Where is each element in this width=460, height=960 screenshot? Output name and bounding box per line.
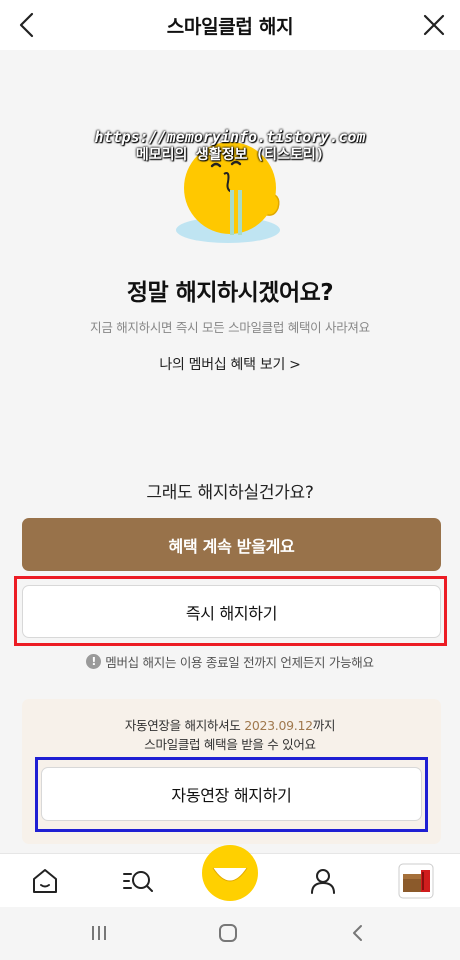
auto-renew-date: 2023.09.12: [244, 718, 313, 733]
cancel-auto-renew-button[interactable]: 자동연장 해지하기: [41, 767, 422, 821]
recents-button[interactable]: [87, 921, 111, 945]
close-icon: [423, 14, 445, 36]
watermark-blog-name: 메모리의 생활정보 (티스토리): [135, 147, 325, 163]
gift-box-icon: [398, 863, 434, 899]
system-home-button[interactable]: [216, 921, 240, 945]
cancel-now-button[interactable]: 즉시 해지하기: [22, 585, 441, 638]
auto-renew-text-after: 까지: [312, 718, 336, 733]
auto-renew-text: 자동연장을 해지하셔도 2023.09.12까지 스마일클럽 혜택을 받을 수 …: [0, 716, 460, 754]
membership-note: ! 멤버십 해지는 이용 종료일 전까지 언제든지 가능해요: [0, 652, 460, 671]
system-back-button[interactable]: [346, 921, 370, 945]
page-title: 스마일클럽 해지: [166, 15, 294, 38]
back-icon: [353, 925, 362, 941]
back-button[interactable]: [12, 9, 44, 41]
bottom-tab-bar: [0, 845, 460, 908]
tab-smile[interactable]: [199, 842, 261, 904]
cancel-question-heading: 정말 해지하시겠어요?: [126, 280, 334, 306]
tab-home[interactable]: [22, 854, 68, 908]
auto-renew-line1: 자동연장을 해지하셔도 2023.09.12까지: [0, 716, 460, 735]
confirm-question: 그래도 해지하실건가요?: [146, 483, 314, 503]
chevron-left-icon: [19, 12, 34, 38]
list-search-icon: [123, 871, 153, 892]
header: 스마일클럽 해지: [0, 0, 460, 50]
auto-renew-line2: 스마일클럽 혜택을 받을 수 있어요: [144, 737, 316, 752]
tab-recent-item[interactable]: [395, 854, 437, 908]
home-icon: [33, 869, 57, 893]
watermark-url: https://memoryinfo.tistory.com: [94, 128, 366, 146]
keep-benefits-button[interactable]: 혜택 계속 받을게요: [22, 518, 441, 571]
close-button[interactable]: [418, 9, 450, 41]
watermark: https://memoryinfo.tistory.com 메모리의 생활정보…: [0, 128, 460, 164]
info-icon: !: [86, 654, 102, 669]
recents-icon: [92, 926, 106, 940]
tab-my-page[interactable]: [300, 854, 346, 908]
auto-renew-text-before: 자동연장을 해지하셔도: [124, 718, 245, 733]
profile-icon: [311, 869, 335, 894]
home-icon: [219, 924, 237, 942]
view-benefits-link[interactable]: 나의 멤버십 혜택 보기 >: [0, 354, 460, 374]
cancel-warning-text: 지금 해지하시면 즉시 모든 스마일클럽 혜택이 사라져요: [90, 320, 370, 335]
membership-note-text: 멤버십 해지는 이용 종료일 전까지 언제든지 가능해요: [105, 655, 374, 670]
smile-icon: [202, 845, 258, 901]
tab-category-search[interactable]: [115, 854, 161, 908]
system-nav-bar: [0, 907, 460, 960]
